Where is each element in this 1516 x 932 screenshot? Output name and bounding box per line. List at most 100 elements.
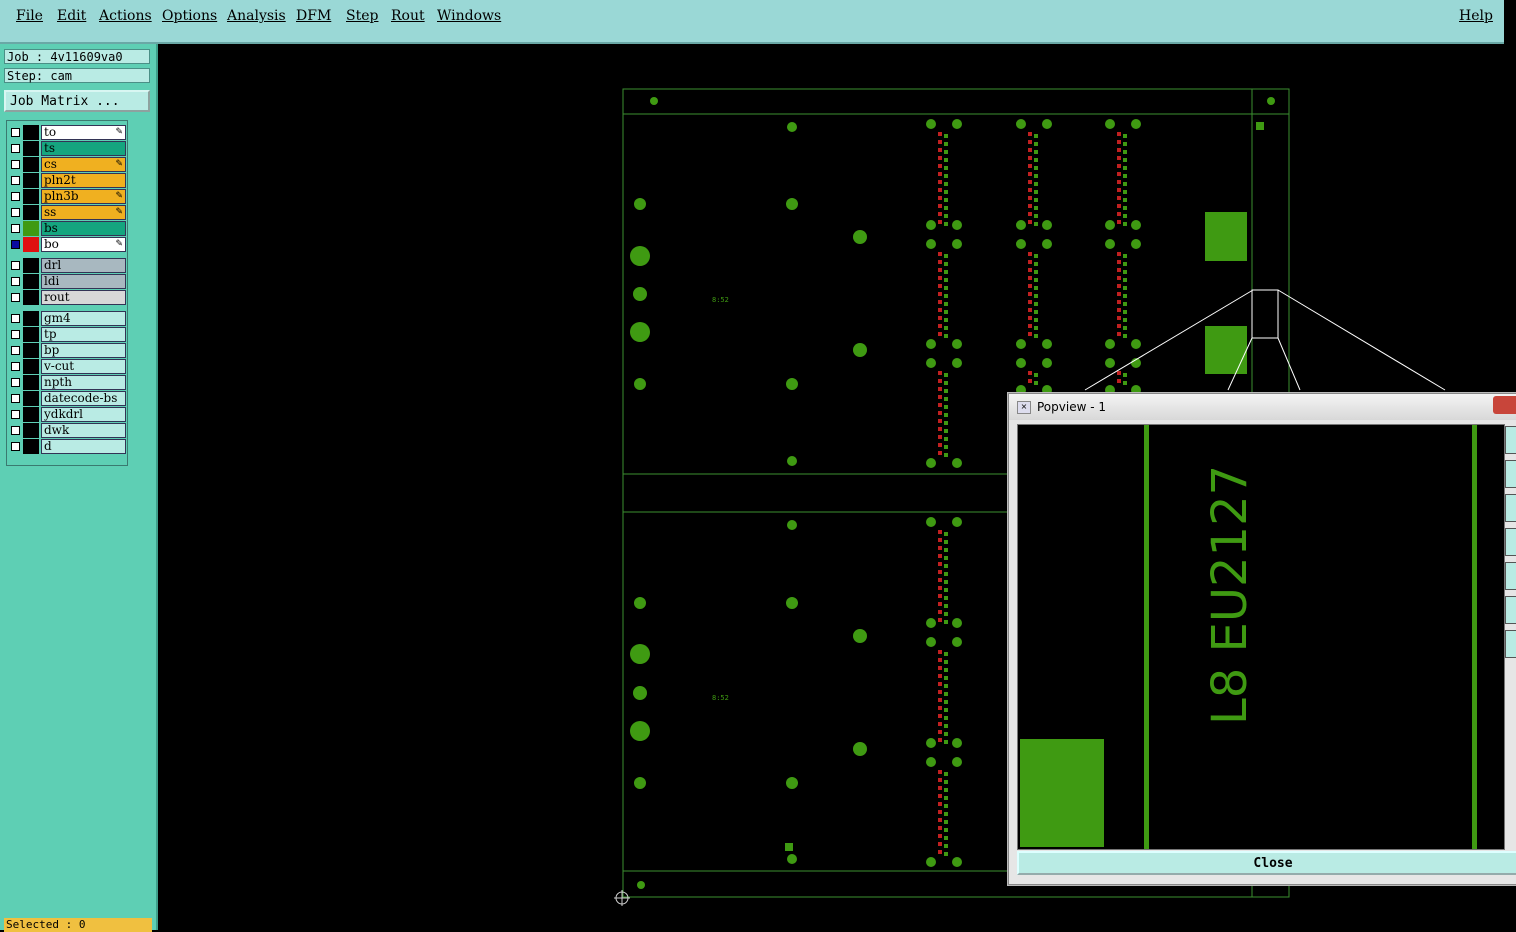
pad [853,230,867,244]
smd-pad [938,411,942,415]
smd-pad [944,150,948,154]
smd-pad [1123,190,1127,194]
smd-pad [944,828,948,832]
pad [637,881,645,889]
smd-pad [1034,222,1038,226]
smd-pad [1034,254,1038,258]
close-button[interactable]: Close [1017,851,1516,875]
smd-pad [944,788,948,792]
smd-pad [944,732,948,736]
smd-pad [944,445,948,449]
pad [1042,239,1052,249]
board-text: 8:52 [712,694,729,702]
smd-pad [938,148,942,152]
pad [633,287,647,301]
smd-pad [1028,371,1032,375]
smd-pad [1034,158,1038,162]
smd-pad [944,182,948,186]
pad [1105,220,1115,230]
pad [952,757,962,767]
smd-pad [1028,332,1032,336]
tool-button[interactable] [1505,460,1516,488]
smd-pad [1034,134,1038,138]
smd-pad [938,324,942,328]
smd-pad [938,786,942,790]
smd-pad [1123,150,1127,154]
smd-pad [938,706,942,710]
smd-pad [938,802,942,806]
smd-pad [938,610,942,614]
pad [952,857,962,867]
smd-pad [938,698,942,702]
smd-pad [944,820,948,824]
smd-pad [1117,140,1121,144]
smd-pad [944,700,948,704]
smd-pad [938,690,942,694]
popview-canvas[interactable]: L8 EU2127 [1017,424,1505,850]
smd-pad [944,724,948,728]
smd-pad [1028,300,1032,304]
tool-button[interactable] [1505,494,1516,522]
pad [1016,119,1026,129]
popview-title: Popview - 1 [1037,400,1106,414]
smd-pad [944,612,948,616]
pad [630,721,650,741]
smd-pad [938,850,942,854]
smd-pad [1123,318,1127,322]
pad [787,520,797,530]
smd-pad [1034,166,1038,170]
smd-pad [938,842,942,846]
smd-pad [944,540,948,544]
pad [952,119,962,129]
smd-pad [938,371,942,375]
smd-pad [938,530,942,534]
smd-pad [1117,204,1121,208]
smd-pad [1117,156,1121,160]
popview-titlebar[interactable]: × Popview - 1 [1009,394,1516,420]
tool-button[interactable] [1505,426,1516,454]
smd-pad [944,844,948,848]
smd-pad [1123,302,1127,306]
smd-pad [1028,196,1032,200]
smd-pad [944,453,948,457]
smd-pad [1034,214,1038,218]
smd-pad [1028,172,1032,176]
smd-pad [1123,158,1127,162]
smd-pad [944,532,948,536]
smd-pad [1123,373,1127,377]
smd-pad [1034,150,1038,154]
smd-pad [1123,262,1127,266]
pad [1042,339,1052,349]
pad [952,618,962,628]
smd-pad [1028,268,1032,272]
smd-pad [938,778,942,782]
smd-pad [1123,134,1127,138]
smd-pad [944,158,948,162]
smd-pad [938,268,942,272]
smd-pad [1034,286,1038,290]
pad [1016,358,1026,368]
smd-pad [1117,164,1121,168]
tool-button[interactable] [1505,630,1516,658]
smd-pad [944,596,948,600]
popview-tools [1505,426,1516,676]
tool-button[interactable] [1505,562,1516,590]
window-close-button[interactable] [1493,396,1516,414]
smd-pad [938,650,942,654]
smd-pad [938,419,942,423]
pad [952,738,962,748]
pad [787,854,797,864]
smd-pad [938,140,942,144]
smd-pad [1123,142,1127,146]
tool-button[interactable] [1505,528,1516,556]
smd-pad [944,652,948,656]
pad [1131,119,1141,129]
tool-button[interactable] [1505,596,1516,624]
smd-pad [938,546,942,550]
smd-pad [1028,252,1032,256]
smd-pad [944,676,948,680]
smd-pad [938,794,942,798]
pad [952,637,962,647]
smd-pad [1117,300,1121,304]
smd-pad [1028,379,1032,383]
